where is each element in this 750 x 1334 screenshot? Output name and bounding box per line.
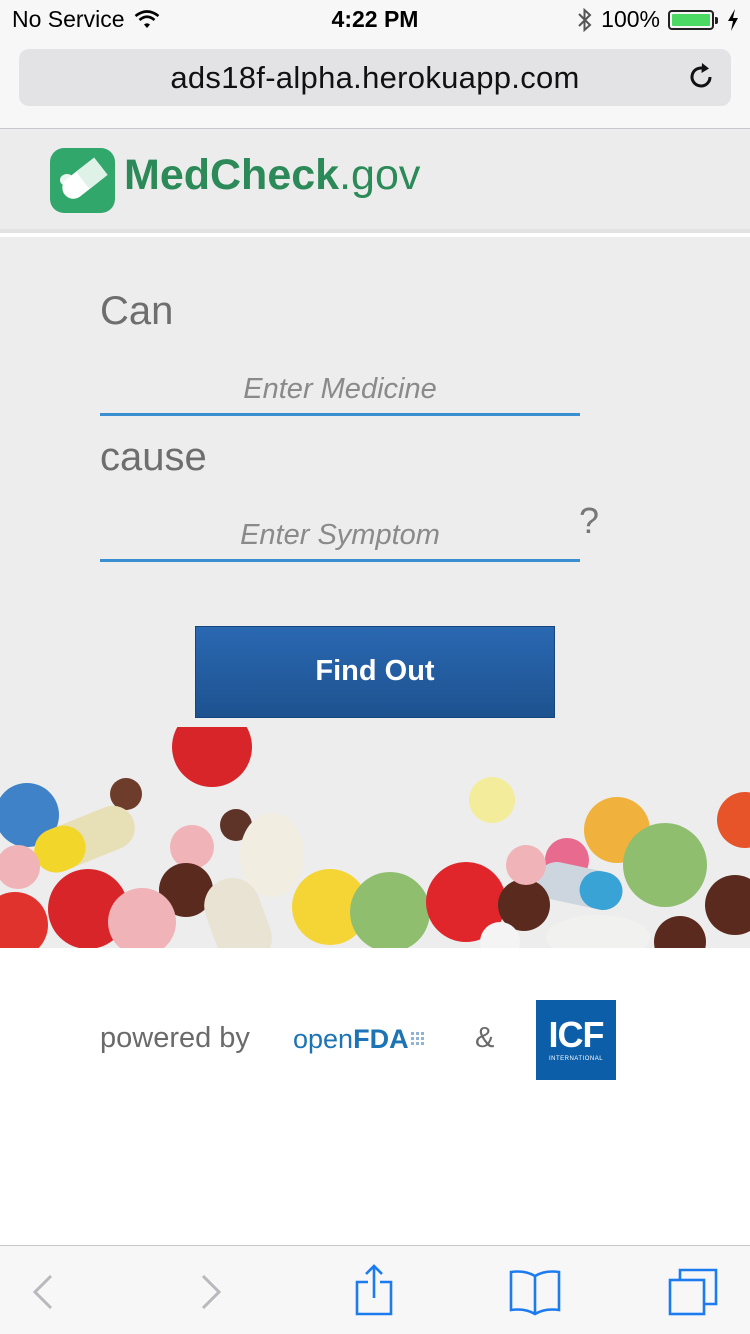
charging-icon: [728, 8, 738, 31]
search-form: Can cause ? Find Out: [0, 237, 750, 948]
logo-suffix: .gov: [339, 151, 421, 199]
openfda-dots-icon: [410, 1031, 424, 1045]
address-bar[interactable]: ads18f-alpha.herokuapp.com: [19, 49, 731, 106]
ampersand: &: [475, 1022, 495, 1054]
powered-by-label: powered by: [100, 1022, 250, 1054]
bookmarks-icon[interactable]: [507, 1264, 563, 1320]
back-icon[interactable]: [15, 1264, 71, 1320]
status-bar: No Service 4:22 PM 100%: [0, 0, 750, 40]
site-footer: powered by open FDA & ICF INTERNATIONAL: [0, 948, 750, 1245]
bluetooth-icon: [578, 7, 592, 32]
icf-logo[interactable]: ICF INTERNATIONAL: [536, 1000, 616, 1080]
openfda-bold-text: FDA: [353, 1024, 409, 1054]
openfda-logo[interactable]: open FDA: [293, 1024, 425, 1055]
can-label: Can: [100, 289, 174, 333]
battery-icon: [668, 9, 718, 30]
medicine-input[interactable]: [100, 366, 580, 416]
battery-percent: 100%: [601, 6, 660, 32]
url-text[interactable]: ads18f-alpha.herokuapp.com: [19, 60, 731, 96]
icf-logo-text: ICF: [548, 1014, 605, 1055]
tabs-icon[interactable]: [666, 1264, 722, 1320]
site-header: MedCheck.gov: [0, 129, 750, 233]
icf-logo-subtext: INTERNATIONAL: [548, 1056, 604, 1062]
cause-label: cause: [100, 435, 207, 479]
pill-icon: [50, 148, 115, 213]
browser-chrome: ads18f-alpha.herokuapp.com: [0, 40, 750, 129]
site-logo[interactable]: MedCheck.gov: [124, 151, 420, 200]
symptom-input[interactable]: [100, 512, 580, 562]
browser-toolbar: [0, 1245, 750, 1334]
forward-icon[interactable]: [183, 1264, 239, 1320]
openfda-light-text: open: [293, 1024, 354, 1054]
pills-banner-image: [0, 727, 750, 948]
share-icon[interactable]: [346, 1264, 402, 1320]
logo-wordmark: MedCheck: [124, 151, 340, 199]
question-mark: ?: [579, 500, 600, 541]
find-out-button[interactable]: Find Out: [195, 626, 555, 718]
reload-icon[interactable]: [685, 61, 717, 93]
